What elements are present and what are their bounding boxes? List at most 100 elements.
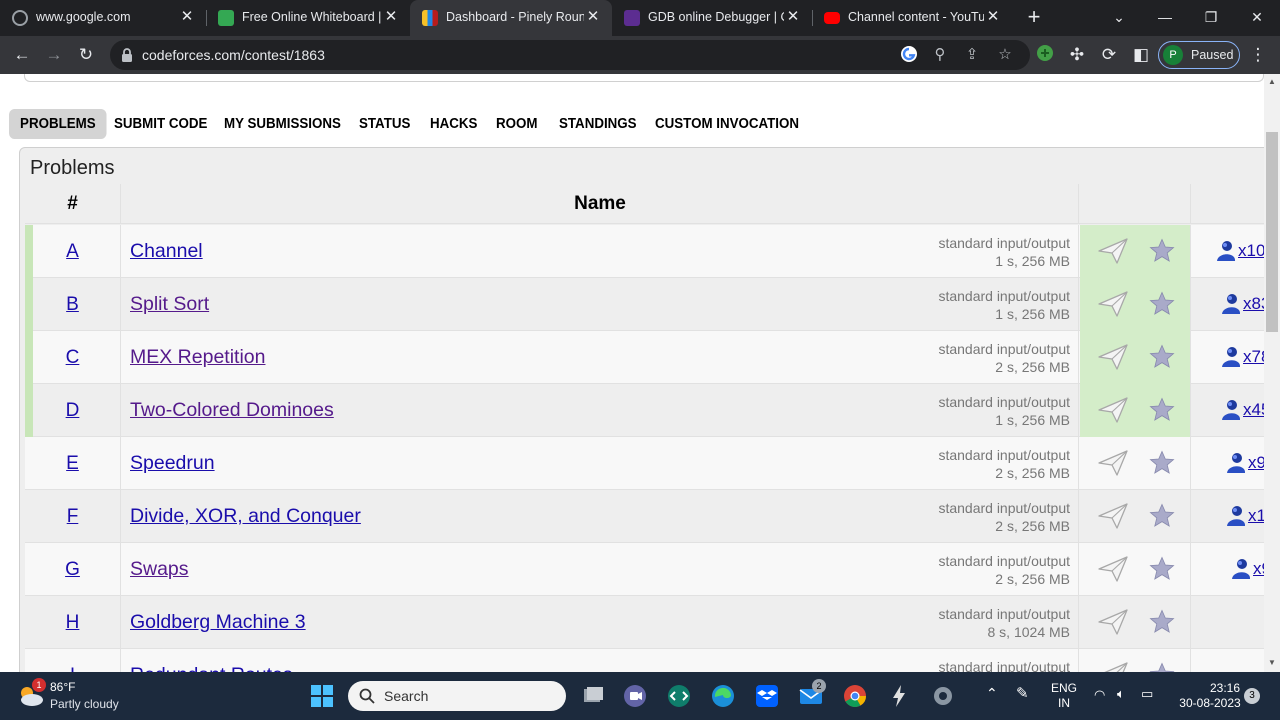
share-icon[interactable]: ⇪ <box>962 45 982 65</box>
problem-index-link[interactable]: H <box>66 612 80 633</box>
bolt-app-icon[interactable] <box>885 682 913 710</box>
favorite-star-icon[interactable] <box>1149 291 1175 317</box>
bookmark-star-icon[interactable]: ☆ <box>995 45 1015 65</box>
submit-paper-plane-icon[interactable] <box>1097 236 1129 266</box>
favorite-star-icon[interactable] <box>1149 397 1175 423</box>
browser-tab[interactable]: GDB online Debugger | C ✕ <box>612 0 812 36</box>
zoom-icon[interactable]: ⚲ <box>930 45 950 65</box>
browser-tab[interactable]: Dashboard - Pinely Round ✕ <box>410 0 612 36</box>
scrollbar-thumb[interactable] <box>1266 132 1278 332</box>
problem-index-link[interactable]: F <box>67 506 79 527</box>
chrome-icon[interactable] <box>841 682 869 710</box>
submit-paper-plane-icon[interactable] <box>1097 660 1129 672</box>
extensions-puzzle-icon[interactable]: ✣ <box>1066 44 1088 66</box>
solved-count-link[interactable]: x78 <box>1243 347 1264 367</box>
edge-browser-icon[interactable] <box>709 682 737 710</box>
pen-icon[interactable]: ✎ <box>1016 686 1029 701</box>
task-view-icon[interactable] <box>579 682 607 710</box>
menu-item-custom-invocation[interactable]: CUSTOM INVOCATION <box>655 109 799 139</box>
wifi-icon[interactable]: ◠ <box>1094 687 1105 702</box>
submit-paper-plane-icon[interactable] <box>1097 448 1129 478</box>
scroll-down-icon[interactable]: ▼ <box>1268 658 1276 667</box>
submit-paper-plane-icon[interactable] <box>1097 607 1129 637</box>
new-tab-button[interactable]: + <box>1022 5 1046 29</box>
close-tab-icon[interactable]: ✕ <box>382 8 400 26</box>
menu-item-status[interactable]: STATUS <box>359 109 410 139</box>
submit-paper-plane-icon[interactable] <box>1097 342 1129 372</box>
solved-count-link[interactable]: x45 <box>1243 400 1264 420</box>
reload-icon[interactable]: ↻ <box>75 44 97 66</box>
problem-index-link[interactable]: B <box>66 294 79 315</box>
problem-name-link[interactable]: Channel <box>130 240 203 263</box>
problem-name-link[interactable]: Two-Colored Dominoes <box>130 399 334 422</box>
mail-icon[interactable]: 2 <box>797 679 826 710</box>
taskbar-search-box[interactable]: Search <box>348 681 566 711</box>
tab-search-button[interactable]: ⌄ <box>1104 4 1134 30</box>
menu-item-submit-code[interactable]: SUBMIT CODE <box>114 109 207 139</box>
problem-index-link[interactable]: C <box>66 347 80 368</box>
submit-paper-plane-icon[interactable] <box>1097 289 1129 319</box>
problem-name-link[interactable]: MEX Repetition <box>130 346 265 369</box>
extension-green-icon[interactable] <box>1034 44 1056 66</box>
tray-chevron-icon[interactable]: ⌃ <box>986 686 998 701</box>
restore-button[interactable]: ❐ <box>1196 4 1226 30</box>
side-panel-icon[interactable]: ◧ <box>1130 44 1152 66</box>
menu-item-my-submissions[interactable]: MY SUBMISSIONS <box>224 109 341 139</box>
submit-paper-plane-icon[interactable] <box>1097 395 1129 425</box>
favorite-star-icon[interactable] <box>1149 450 1175 476</box>
browser-tab[interactable]: Free Online Whiteboard | ✕ <box>206 0 410 36</box>
notification-badge[interactable]: 3 <box>1244 688 1260 704</box>
windows-start-icon[interactable] <box>308 682 336 710</box>
solved-count-link[interactable]: x83 <box>1243 294 1264 314</box>
teams-chat-icon[interactable] <box>621 682 649 710</box>
favorite-star-icon[interactable] <box>1149 344 1175 370</box>
problem-name-link[interactable]: Speedrun <box>130 452 215 475</box>
problem-name-link[interactable]: Divide, XOR, and Conquer <box>130 505 361 528</box>
settings-gear-icon[interactable] <box>929 682 957 710</box>
solved-count-link[interactable]: x109 <box>1238 241 1264 261</box>
problem-name-link[interactable]: Redundant Routes <box>130 664 293 672</box>
solved-count-link[interactable]: x17 <box>1248 506 1264 526</box>
favorite-star-icon[interactable] <box>1149 556 1175 582</box>
address-bar[interactable]: codeforces.com/contest/1863 ⚲ ⇪ ☆ <box>110 40 1030 70</box>
menu-item-standings[interactable]: STANDINGS <box>559 109 637 139</box>
problem-index-link[interactable]: I <box>70 665 75 672</box>
scroll-up-icon[interactable]: ▲ <box>1268 77 1276 86</box>
weather-widget[interactable]: 1 86°F Partly cloudy <box>16 678 166 714</box>
back-icon[interactable]: ← <box>11 44 33 66</box>
close-tab-icon[interactable]: ✕ <box>984 8 1002 26</box>
clock[interactable]: 23:16 30-08-2023 <box>1170 681 1250 711</box>
google-lens-icon[interactable] <box>899 45 919 65</box>
close-window-button[interactable]: ✕ <box>1242 4 1272 30</box>
submit-paper-plane-icon[interactable] <box>1097 554 1129 584</box>
problem-name-link[interactable]: Split Sort <box>130 293 209 316</box>
close-tab-icon[interactable]: ✕ <box>178 8 196 26</box>
volume-icon[interactable]: 🔈︎ <box>1117 686 1125 701</box>
problem-index-link[interactable]: G <box>65 559 80 580</box>
dropbox-icon[interactable] <box>753 682 781 710</box>
problem-index-link[interactable]: D <box>66 400 80 421</box>
profile-button[interactable]: P Paused <box>1158 41 1240 69</box>
submit-paper-plane-icon[interactable] <box>1097 501 1129 531</box>
menu-item-hacks[interactable]: HACKS <box>430 109 477 139</box>
menu-kebab-icon[interactable]: ⋮ <box>1247 44 1269 66</box>
solved-count-link[interactable]: x94 <box>1248 453 1264 473</box>
forward-icon[interactable]: → <box>43 44 65 66</box>
dev-app-icon[interactable] <box>665 682 693 710</box>
sync-icon[interactable]: ⟳ <box>1098 44 1120 66</box>
browser-tab[interactable]: www.google.com ✕ <box>0 0 206 36</box>
browser-tab[interactable]: Channel content - YouTub ✕ <box>812 0 1012 36</box>
favorite-star-icon[interactable] <box>1149 238 1175 264</box>
problem-index-link[interactable]: E <box>66 453 79 474</box>
close-tab-icon[interactable]: ✕ <box>784 8 802 26</box>
minimize-button[interactable]: — <box>1150 4 1180 30</box>
page-scrollbar[interactable]: ▲ ▼ <box>1264 74 1280 672</box>
menu-item-problems[interactable]: PROBLEMS <box>9 109 107 139</box>
menu-item-room[interactable]: ROOM <box>496 109 538 139</box>
favorite-star-icon[interactable] <box>1149 662 1175 672</box>
favorite-star-icon[interactable] <box>1149 609 1175 635</box>
battery-icon[interactable]: ▭ <box>1141 686 1153 701</box>
language-indicator[interactable]: ENG IN <box>1050 681 1078 711</box>
favorite-star-icon[interactable] <box>1149 503 1175 529</box>
problem-name-link[interactable]: Goldberg Machine 3 <box>130 611 306 634</box>
